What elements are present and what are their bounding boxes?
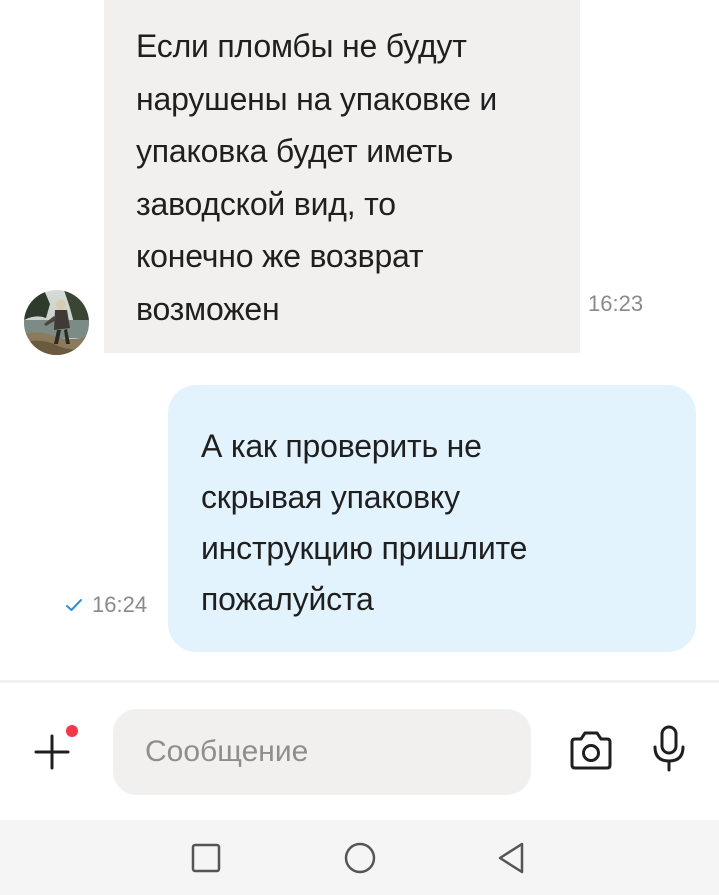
camera-button[interactable] [566, 728, 616, 774]
home-button[interactable] [342, 840, 378, 876]
avatar[interactable] [24, 290, 89, 355]
chat-area[interactable]: Если пломбы не будут нарушены на упаковк… [0, 0, 719, 680]
notification-dot [66, 725, 78, 737]
circle-icon [344, 842, 376, 874]
outgoing-message-time: 16:24 [92, 592, 148, 617]
outgoing-message-bubble[interactable]: А как проверить не скрывая упаковку инст… [168, 385, 696, 652]
incoming-message-text: Если пломбы не будут нарушены на упаковк… [136, 28, 498, 327]
message-input[interactable] [113, 709, 531, 795]
outgoing-message-text: А как проверить не скрывая упаковку инст… [201, 428, 528, 617]
system-navigation-bar [0, 820, 719, 895]
incoming-message-time: 16:23 [588, 291, 644, 316]
square-icon [191, 843, 221, 873]
microphone-icon [653, 725, 685, 772]
incoming-message-bubble[interactable]: Если пломбы не будут нарушены на упаковк… [104, 0, 580, 353]
triangle-back-icon [498, 842, 524, 874]
microphone-button[interactable] [645, 723, 693, 775]
composer-bar [0, 683, 719, 820]
check-icon [66, 599, 82, 611]
camera-icon [570, 731, 612, 770]
back-button[interactable] [494, 840, 530, 876]
recents-button[interactable] [188, 840, 224, 876]
outgoing-message-status: 16:24 [64, 592, 147, 618]
avatar-photo [24, 290, 89, 355]
